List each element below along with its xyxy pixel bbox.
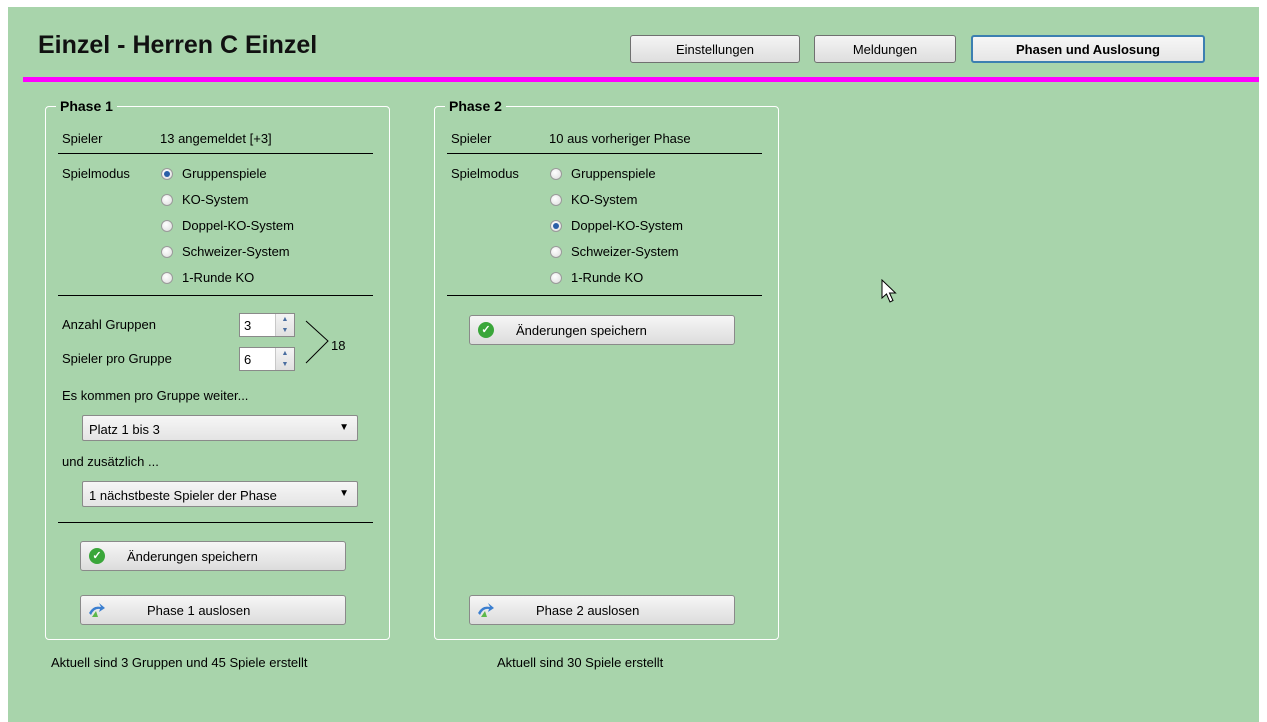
phase1-players-label: Spieler (62, 131, 103, 146)
phase2-mode-radio-gruppenspiele[interactable] (550, 168, 562, 180)
phase2-separator-2 (447, 295, 762, 296)
phase1-mode-label-doppel-ko: Doppel-KO-System (182, 218, 294, 233)
phase1-mode-radio-doppel-ko[interactable] (161, 220, 173, 232)
phase1-draw-label: Phase 1 auslosen (147, 603, 251, 618)
phase1-title: Phase 1 (56, 98, 117, 114)
phase1-advance-select[interactable]: Platz 1 bis 3 ▼ (82, 415, 358, 441)
phase2-players-value: 10 aus vorheriger Phase (549, 131, 691, 146)
tab-einstellungen[interactable]: Einstellungen (630, 35, 800, 63)
phase1-mode-radio-ko-system[interactable] (161, 194, 173, 206)
phase1-separator-2 (58, 295, 373, 296)
phase1-per-group-label: Spieler pro Gruppe (62, 351, 172, 366)
check-circle-icon: ✓ (89, 548, 105, 564)
phase1-mode-label-gruppenspiele: Gruppenspiele (182, 166, 267, 181)
phase2-mode-label: Spielmodus (451, 166, 519, 181)
phase1-advance-value: Platz 1 bis 3 (89, 422, 160, 437)
phase1-mode-label-schweizer: Schweizer-System (182, 244, 290, 259)
phase1-separator-3 (58, 522, 373, 523)
phase1-advance-label: Es kommen pro Gruppe weiter... (62, 388, 249, 403)
phase1-panel: Phase 1 Spieler 13 angemeldet [+3] Spiel… (45, 98, 390, 640)
phase2-save-button[interactable]: ✓ Änderungen speichern (469, 315, 735, 345)
stepper-arrows-icon[interactable]: ▲ ▼ (275, 314, 294, 336)
mouse-pointer-icon (881, 279, 897, 303)
phase2-save-label: Änderungen speichern (516, 323, 647, 338)
phase1-additional-value: 1 nächstbeste Spieler der Phase (89, 488, 277, 503)
phase1-mode-label-ko-system: KO-System (182, 192, 249, 207)
phase2-mode-label-schweizer: Schweizer-System (571, 244, 679, 259)
phase2-separator-1 (447, 153, 762, 154)
phase1-mode-label-1-runde-ko: 1-Runde KO (182, 270, 255, 285)
phase1-groups-stepper[interactable]: 3 ▲ ▼ (239, 313, 295, 337)
phase1-total: 18 (331, 338, 346, 353)
phase2-draw-label: Phase 2 auslosen (536, 603, 640, 618)
phase1-mode-radio-1-runde-ko[interactable] (161, 272, 173, 284)
phase2-mode-label-doppel-ko: Doppel-KO-System (571, 218, 683, 233)
chevron-down-icon: ▼ (339, 488, 349, 499)
phase1-save-button[interactable]: ✓ Änderungen speichern (80, 541, 346, 571)
phase1-separator-1 (58, 153, 373, 154)
phase1-status: Aktuell sind 3 Gruppen und 45 Spiele ers… (51, 655, 308, 670)
phase2-mode-radio-doppel-ko[interactable] (550, 220, 562, 232)
page-title: Einzel - Herren C Einzel (38, 31, 318, 59)
phase2-title: Phase 2 (445, 98, 506, 114)
phase2-mode-label-gruppenspiele: Gruppenspiele (571, 166, 656, 181)
phase2-mode-radio-1-runde-ko[interactable] (550, 272, 562, 284)
check-circle-icon: ✓ (478, 322, 494, 338)
phase1-draw-button[interactable]: Phase 1 auslosen (80, 595, 346, 625)
tab-meldungen[interactable]: Meldungen (814, 35, 956, 63)
header-divider (23, 77, 1259, 82)
phase2-panel: Phase 2 Spieler 10 aus vorheriger Phase … (434, 98, 779, 640)
shuffle-arrows-icon (478, 603, 494, 617)
phase2-mode-label-ko-system: KO-System (571, 192, 638, 207)
bracket-icon (305, 320, 329, 364)
shuffle-arrows-icon (89, 603, 105, 617)
phase2-mode-radio-schweizer[interactable] (550, 246, 562, 258)
phase1-per-group-value: 6 (244, 352, 252, 367)
phase1-additional-select[interactable]: 1 nächstbeste Spieler der Phase ▼ (82, 481, 358, 507)
phase1-groups-value: 3 (244, 318, 252, 333)
phase2-mode-label-1-runde-ko: 1-Runde KO (571, 270, 644, 285)
phase2-status: Aktuell sind 30 Spiele erstellt (497, 655, 664, 670)
phase1-mode-radio-schweizer[interactable] (161, 246, 173, 258)
phase1-mode-label: Spielmodus (62, 166, 130, 181)
chevron-down-icon: ▼ (339, 422, 349, 433)
phase1-per-group-stepper[interactable]: 6 ▲ ▼ (239, 347, 295, 371)
phase1-additional-label: und zusätzlich ... (62, 454, 159, 469)
stepper-arrows-icon[interactable]: ▲ ▼ (275, 348, 294, 370)
app-window: Einzel - Herren C Einzel Einstellungen M… (8, 7, 1259, 722)
phase2-players-label: Spieler (451, 131, 492, 146)
phase1-save-label: Änderungen speichern (127, 549, 258, 564)
phase1-players-value: 13 angemeldet [+3] (160, 131, 272, 146)
phase2-mode-radio-ko-system[interactable] (550, 194, 562, 206)
phase1-mode-radio-gruppenspiele[interactable] (161, 168, 173, 180)
phase2-draw-button[interactable]: Phase 2 auslosen (469, 595, 735, 625)
tab-phasen-und-auslosung[interactable]: Phasen und Auslosung (971, 35, 1205, 63)
phase1-groups-label: Anzahl Gruppen (62, 317, 156, 332)
